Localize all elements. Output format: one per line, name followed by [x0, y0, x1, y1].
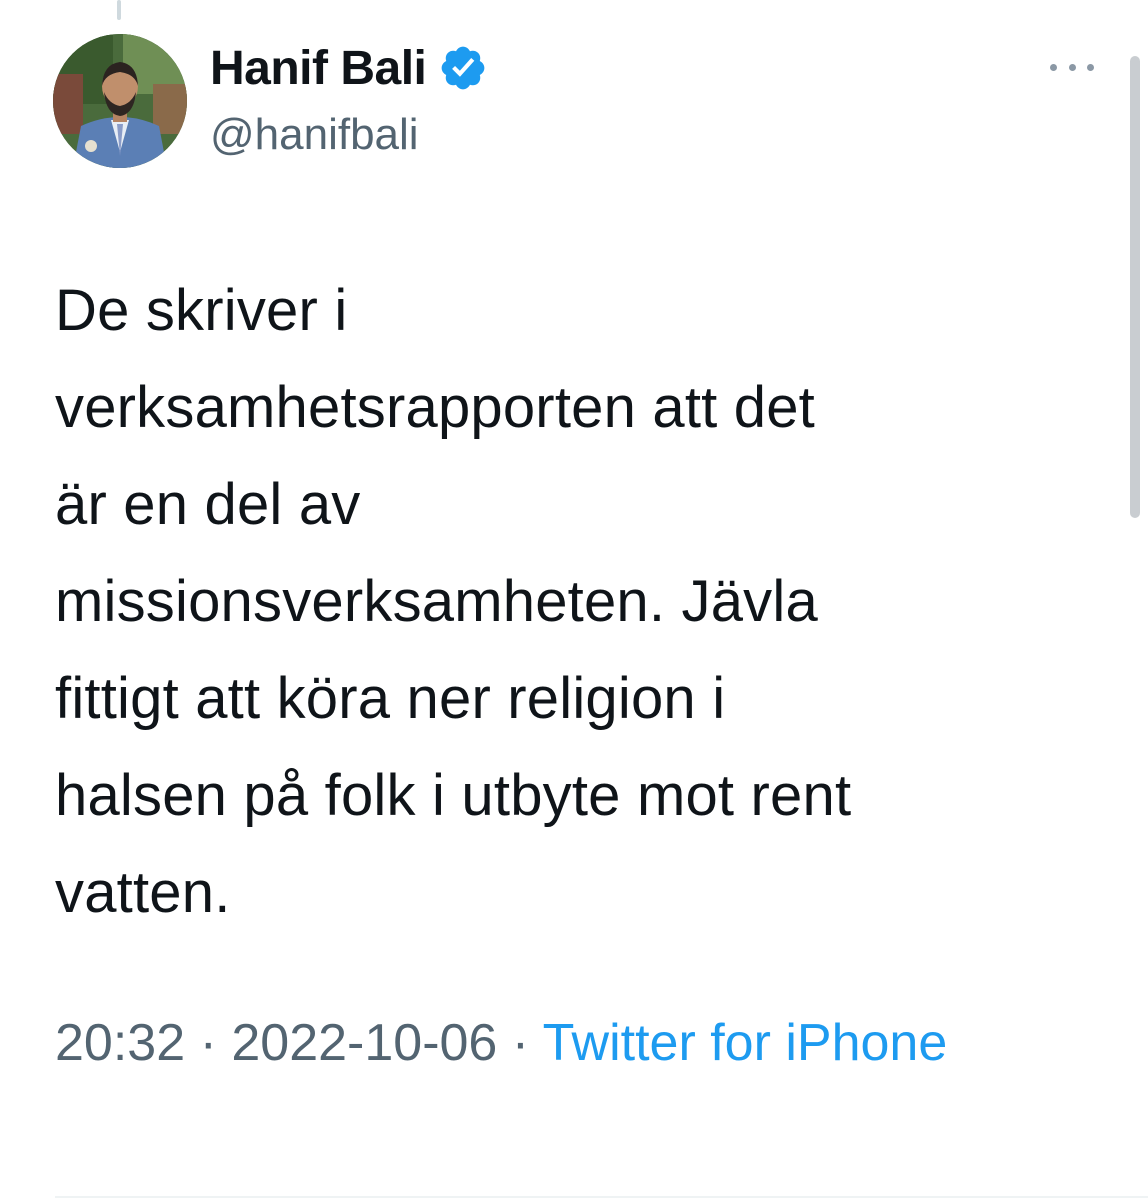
scrollbar[interactable] [1130, 56, 1140, 518]
tweet-source-link[interactable]: Twitter for iPhone [543, 1014, 948, 1072]
author-name-row[interactable]: Hanif Bali [210, 38, 488, 98]
verified-badge-icon [438, 43, 488, 93]
meta-separator: · [497, 1014, 543, 1072]
tweet-text: De skriver i verksamhetsrapporten att de… [55, 278, 852, 925]
profile-photo-icon [53, 34, 187, 168]
thread-connector-line [117, 0, 121, 20]
avatar[interactable] [53, 34, 187, 168]
more-dot [1068, 63, 1076, 71]
author-handle[interactable]: @hanifbali [210, 110, 419, 160]
more-dot [1050, 63, 1057, 71]
meta-separator: · [185, 1014, 232, 1072]
tweet-date[interactable]: 2022-10-06 [231, 1014, 497, 1072]
divider [55, 1196, 1148, 1198]
author-display-name[interactable]: Hanif Bali [210, 41, 427, 96]
more-dot [1087, 63, 1094, 71]
tweet-meta: 20:32 · 2022-10-06 · Twitter for iPhone [55, 1005, 1055, 1081]
tweet-time[interactable]: 20:32 [55, 1014, 185, 1072]
more-options-icon[interactable] [1050, 54, 1094, 80]
